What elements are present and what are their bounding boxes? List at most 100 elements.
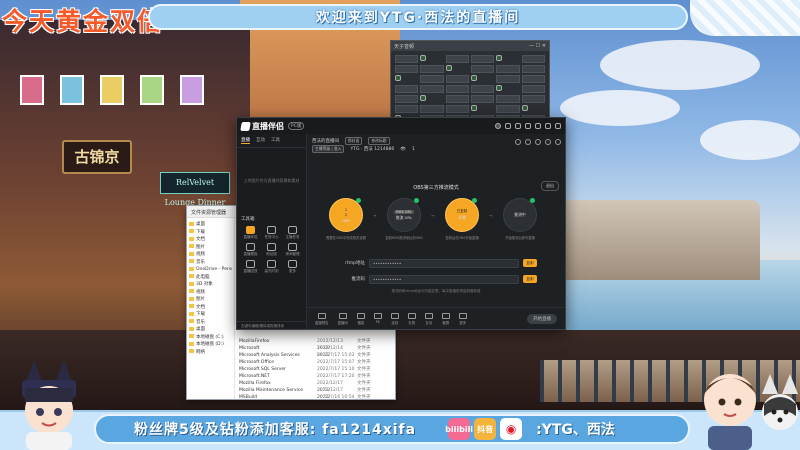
change-cover-button[interactable]: 换封面	[345, 137, 363, 145]
maximize-icon[interactable]	[545, 123, 551, 129]
toolbox-item[interactable]: 直播看板	[241, 243, 260, 257]
mixer-cell[interactable]	[420, 55, 427, 61]
mixer-cell[interactable]	[521, 105, 528, 111]
bottom-tool[interactable]: 连线	[390, 312, 399, 325]
mixer-cell[interactable]	[521, 75, 545, 83]
mixer-cell[interactable]	[420, 105, 444, 113]
mixer-cell[interactable]	[521, 55, 545, 63]
mixer-cell[interactable]	[496, 105, 520, 113]
mixer-cell[interactable]	[395, 95, 419, 103]
explorer-nav-item[interactable]: 桌面	[189, 326, 232, 334]
toolbox-item[interactable]: 任务中心	[262, 226, 281, 240]
mixer-cell[interactable]	[420, 85, 444, 93]
toolbox-item[interactable]: 更多	[283, 260, 302, 274]
mixer-cell[interactable]	[395, 55, 419, 63]
file-row[interactable]: Microsoft Office 2022/7/17 15:07 文件夹	[239, 359, 393, 366]
explorer-nav-item[interactable]: 文档	[189, 236, 232, 244]
copy-rtmp-button[interactable]: 复制	[523, 259, 537, 267]
mixer-cell[interactable]	[445, 85, 469, 93]
tab-live[interactable]: 直播	[241, 137, 250, 144]
bottom-tool[interactable]: 福袋	[356, 312, 365, 325]
explorer-file-list[interactable]: MozillaFirefox 2022/12/13 16:09 文件夹 Microso…	[237, 336, 395, 401]
toolbox-item[interactable]: 房间管理	[283, 243, 302, 257]
more-icon[interactable]	[555, 139, 561, 145]
mixer-cell[interactable]	[420, 65, 444, 73]
mixer-cell[interactable]	[445, 55, 469, 63]
mixer-grid[interactable]	[391, 51, 549, 127]
mixer-cell[interactable]	[395, 105, 419, 113]
mixer-cell[interactable]	[521, 95, 545, 103]
explorer-nav-item[interactable]: 本地磁盘 (C:)	[189, 334, 232, 342]
mixer-cell[interactable]	[420, 95, 427, 101]
mixer-cell[interactable]	[445, 75, 469, 83]
explorer-nav-item[interactable]: 3D 对象	[189, 281, 232, 289]
explorer-nav-item[interactable]: 下载	[189, 311, 232, 319]
explorer-nav-item[interactable]: 文档	[189, 304, 232, 312]
explorer-nav-item[interactable]: 音乐	[189, 319, 232, 327]
obs-exit-button[interactable]: 退出	[541, 181, 559, 191]
explorer-nav-item[interactable]: 视频	[189, 289, 232, 297]
file-row[interactable]: Mozilla Maintenance Service 2022/12/17 20…	[239, 387, 393, 400]
explorer-nav-item[interactable]: 视频	[189, 251, 232, 259]
share-icon[interactable]	[515, 139, 521, 145]
rtmp-input[interactable]: ••••••••••••	[369, 258, 519, 268]
explorer-nav-item[interactable]: 图片	[189, 244, 232, 252]
mixer-cell[interactable]	[496, 65, 520, 73]
bottom-tool[interactable]: 礼物	[407, 312, 416, 325]
start-live-button[interactable]: 开始直播	[527, 313, 557, 324]
settings-icon[interactable]	[515, 123, 521, 129]
stream-key-input[interactable]: ••••••••••••	[369, 274, 519, 284]
mixer-cell[interactable]	[496, 75, 520, 83]
minimize-icon[interactable]	[535, 123, 541, 129]
explorer-sidebar[interactable]: 桌面下载文档图片视频音乐OneDrive - Personal此电脑3D 对象视…	[187, 218, 235, 399]
obs-step[interactable]: 推流中	[503, 198, 537, 232]
explorer-nav-item[interactable]: 图片	[189, 296, 232, 304]
file-row[interactable]: MSBuild 2022/7/16 10:54 文件夹	[239, 394, 393, 401]
version-chip[interactable]: PC版	[288, 122, 305, 130]
mixer-cell[interactable]	[445, 105, 469, 113]
user-avatar-icon[interactable]	[495, 123, 501, 129]
mixer-cell[interactable]	[471, 85, 495, 93]
mixer-cell[interactable]	[471, 105, 477, 111]
bottom-tool[interactable]: 截屏	[441, 312, 450, 325]
anchor-level-chip[interactable]: 主播等级 | 准入	[312, 145, 345, 153]
mixer-cell[interactable]	[471, 55, 495, 63]
tab-interact[interactable]: 互动	[256, 137, 265, 144]
bottom-tool[interactable]: 直播预告	[315, 312, 329, 325]
explorer-nav-item[interactable]: 下载	[189, 229, 232, 237]
file-row[interactable]: Microsoft Analysis Services 2022/7/17 15:…	[239, 352, 393, 359]
mixer-cell[interactable]	[496, 55, 503, 61]
mixer-cell[interactable]	[471, 95, 495, 103]
grid-icon[interactable]	[545, 139, 551, 145]
file-row[interactable]: Microsoft 2022/12/14 09:22 文件夹	[239, 345, 393, 358]
explorer-nav-item[interactable]: 桌面	[189, 221, 232, 229]
obs-step[interactable]: RMS URL 推流 URL	[387, 198, 421, 232]
copy-stream-key-button[interactable]: 复制	[523, 275, 537, 283]
explorer-nav-item[interactable]: OneDrive - Personal	[189, 266, 232, 274]
mixer-cell[interactable]	[521, 85, 545, 93]
bottom-tool[interactable]: 直播间	[338, 312, 348, 325]
explorer-nav-item[interactable]: 此电脑	[189, 274, 232, 282]
mixer-cell[interactable]	[395, 75, 401, 81]
explorer-nav-item[interactable]: 本地磁盘 (D:)	[189, 341, 232, 349]
mixer-cell[interactable]	[395, 85, 419, 93]
audio-window-titlebar[interactable]: 天子音频 — ☐ ✕	[391, 41, 549, 51]
mixer-cell[interactable]	[496, 95, 520, 103]
toolbox-item[interactable]: 粉丝团	[262, 243, 281, 257]
mixer-cell[interactable]	[471, 65, 495, 73]
message-icon[interactable]	[505, 123, 511, 129]
mixer-cell[interactable]	[471, 75, 477, 81]
file-row[interactable]: MozillaFirefox 2022/12/13 16:09 文件夹	[239, 338, 393, 351]
file-row[interactable]: Mozilla Firefox 2022/12/17 20:52 文件夹	[239, 380, 393, 393]
gift-icon[interactable]	[525, 139, 531, 145]
mixer-cell[interactable]	[395, 65, 419, 73]
toolbox-item[interactable]: 高光时刻	[262, 260, 281, 274]
live-companion-window[interactable]: 直播伴侣 PC版 直播 互动 工具 上传图片作为直播间背景和素材 工具箱 直播伴…	[236, 117, 566, 330]
obs-step[interactable]: 已复制 开播	[445, 198, 479, 232]
explorer-nav-item[interactable]: 网络	[189, 349, 232, 357]
file-row[interactable]: Microsoft.NET 2022/7/17 17:20 文件夹	[239, 373, 393, 380]
mixer-cell[interactable]	[445, 65, 452, 71]
bottom-tool[interactable]: 互动	[424, 312, 433, 325]
tab-tools[interactable]: 工具	[271, 137, 280, 144]
obs-step[interactable]: 1 2 OBS	[329, 198, 363, 232]
